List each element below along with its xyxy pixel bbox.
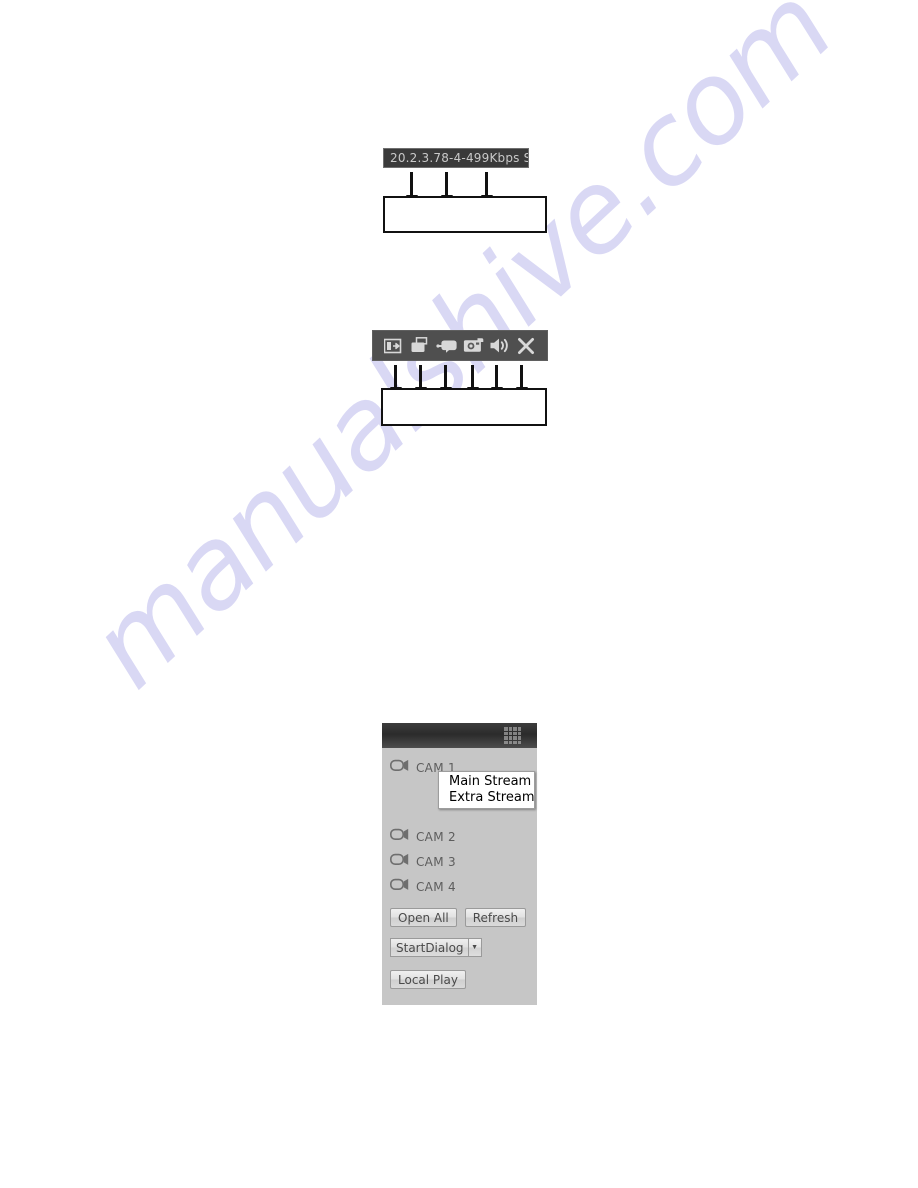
camera-label: CAM 2 [416, 830, 456, 844]
callout-arrow [466, 365, 479, 397]
menu-item-extra-stream[interactable]: Extra Stream [439, 790, 534, 806]
local-record-icon[interactable] [409, 335, 431, 357]
callout-arrow [405, 172, 418, 205]
callout-arrow [480, 172, 493, 205]
callout-arrow [440, 172, 453, 205]
camera-label: CAM 3 [416, 855, 456, 869]
start-dialog-combo[interactable]: StartDialog ▼ [390, 938, 482, 957]
panel-header[interactable] [382, 723, 537, 748]
audio-talk-icon[interactable] [436, 335, 458, 357]
camcorder-icon [390, 828, 409, 846]
snapshot-icon[interactable] [462, 335, 484, 357]
local-play-button[interactable]: Local Play [390, 970, 466, 989]
stream-toolbar[interactable] [372, 330, 548, 361]
digital-zoom-icon[interactable] [383, 335, 405, 357]
callout-arrow [515, 365, 528, 397]
camcorder-icon [390, 878, 409, 896]
camera-label: CAM 4 [416, 880, 456, 894]
close-icon[interactable] [515, 335, 537, 357]
list-item[interactable]: CAM 4 [382, 875, 537, 899]
stream-context-menu[interactable]: Main Stream Extra Stream [438, 771, 535, 809]
open-all-button[interactable]: Open All [390, 908, 457, 927]
panel-button-row: Open All Refresh [382, 908, 537, 927]
local-play-row: Local Play [382, 970, 537, 989]
callout-arrow [389, 365, 402, 397]
callout-arrow [490, 365, 503, 397]
drag-grip-icon[interactable] [504, 727, 521, 744]
list-item[interactable]: CAM 2 [382, 825, 537, 849]
chevron-down-icon[interactable]: ▼ [467, 938, 482, 957]
camcorder-icon [390, 853, 409, 871]
menu-item-main-stream[interactable]: Main Stream [439, 774, 534, 790]
callout-arrow [439, 365, 452, 397]
page-watermark: manualshive.com [0, 0, 918, 1188]
list-item[interactable]: CAM 3 [382, 850, 537, 874]
refresh-button[interactable]: Refresh [464, 908, 527, 927]
start-dialog-value: StartDialog [390, 938, 468, 957]
status-bar-label: 20.2.3.78-4-499Kbps S2 [383, 148, 529, 168]
camcorder-icon [390, 759, 409, 777]
status-bar-description-box [383, 196, 547, 233]
callout-arrow [414, 365, 427, 397]
toolbar-description-box [381, 388, 547, 426]
camera-list-panel: CAM 1 CAM 2 CAM 3 CAM 4 Open All Refresh… [382, 723, 537, 1005]
audio-volume-icon[interactable] [489, 335, 511, 357]
